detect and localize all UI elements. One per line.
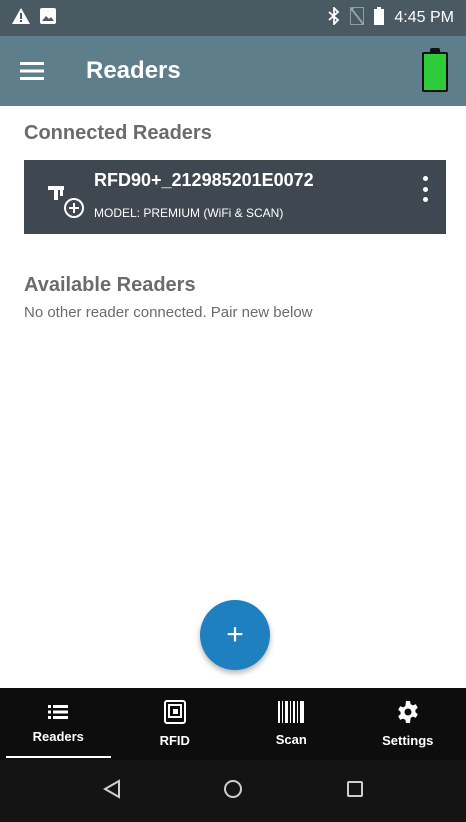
bluetooth-icon: [328, 5, 340, 30]
tab-settings[interactable]: Settings: [350, 688, 466, 760]
add-reader-button[interactable]: +: [200, 600, 270, 670]
hamburger-menu-icon[interactable]: [18, 57, 46, 85]
rfid-reader-icon: [46, 184, 86, 220]
connected-reader-card[interactable]: RFD90+_212985201E0072 MODEL: PREMIUM (Wi…: [24, 160, 446, 234]
tab-rfid-label: RFID: [159, 733, 190, 748]
reader-model: MODEL: PREMIUM (WiFi & SCAN): [94, 206, 284, 220]
no-sim-icon: [349, 5, 366, 30]
reader-battery-icon: [422, 48, 448, 92]
bottom-navigation: Readers RFID Scan Settings: [0, 688, 466, 760]
back-icon[interactable]: [102, 778, 121, 804]
tab-readers-label: Readers: [32, 729, 84, 744]
battery-icon: [374, 6, 385, 30]
list-icon: [48, 704, 69, 723]
app-bar: Readers: [0, 36, 466, 106]
rfid-icon: [163, 700, 186, 727]
barcode-icon: [278, 701, 305, 726]
alert-icon: [12, 7, 30, 29]
image-icon: [40, 7, 56, 29]
tab-scan[interactable]: Scan: [233, 688, 350, 760]
available-readers-title: Available Readers: [24, 274, 196, 296]
home-icon[interactable]: [223, 779, 243, 804]
tab-readers[interactable]: Readers: [0, 688, 117, 760]
system-navigation-bar: [0, 760, 466, 822]
reader-name: RFD90+_212985201E0072: [94, 170, 314, 190]
available-readers-message: No other reader connected. Pair new belo…: [24, 304, 313, 321]
page-title: Readers: [86, 57, 181, 84]
status-time: 4:45 PM: [394, 9, 454, 26]
recents-icon[interactable]: [346, 780, 364, 803]
tab-rfid[interactable]: RFID: [117, 688, 234, 760]
tab-settings-label: Settings: [382, 733, 434, 748]
status-bar: 4:45 PM: [0, 0, 466, 36]
connected-readers-title: Connected Readers: [24, 122, 212, 144]
gear-icon: [396, 700, 420, 727]
more-options-icon[interactable]: [418, 176, 432, 202]
tab-scan-label: Scan: [275, 732, 307, 747]
